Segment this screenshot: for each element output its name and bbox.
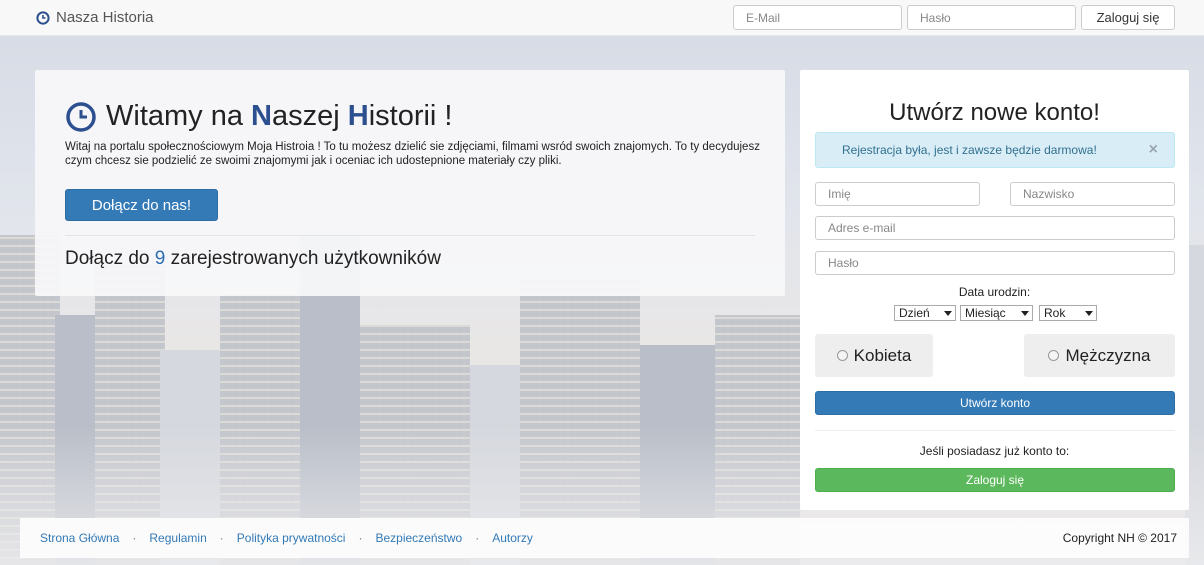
- year-select[interactable]: Rok: [1039, 305, 1097, 321]
- footer-link-privacy[interactable]: Polityka prywatności: [237, 531, 346, 545]
- footer: Strona Główna · Regulamin · Polityka pry…: [20, 518, 1189, 558]
- info-alert: Rejestracja była, jest i zawsze będzie d…: [815, 132, 1175, 168]
- have-account-text: Jeśli posiadasz już konto to:: [919, 444, 1070, 458]
- user-count-value: 9: [154, 248, 166, 269]
- dropdown-arrow-icon: [944, 311, 952, 316]
- join-button[interactable]: Dołącz do nas!: [65, 189, 218, 221]
- month-select[interactable]: Miesiąc: [960, 305, 1033, 321]
- login-button[interactable]: Zaloguj się: [815, 468, 1175, 492]
- footer-link-terms[interactable]: Regulamin: [149, 531, 206, 545]
- clock-icon: [36, 10, 50, 25]
- footer-links: Strona Główna · Regulamin · Polityka pry…: [40, 531, 533, 545]
- dropdown-arrow-icon: [1085, 311, 1093, 316]
- footer-link-security[interactable]: Bezpieczeństwo: [375, 531, 462, 545]
- brand-link[interactable]: Nasza Historia: [36, 9, 154, 26]
- welcome-description: Witaj na portalu społecznościowym Moja H…: [65, 141, 760, 167]
- footer-link-home[interactable]: Strona Główna: [40, 531, 119, 545]
- registered-users-count: Dołącz do 9 zarejestrowanych użytkownikó…: [65, 248, 441, 269]
- footer-link-authors[interactable]: Autorzy: [492, 531, 533, 545]
- divider: [815, 430, 1175, 431]
- email-input[interactable]: [815, 216, 1175, 240]
- first-name-input[interactable]: [815, 182, 980, 206]
- navbar: Nasza Historia Zaloguj się: [0, 0, 1204, 36]
- brand-name: Nasza Historia: [56, 9, 154, 26]
- gender-male-option[interactable]: Mężczyzna: [1024, 334, 1175, 377]
- create-account-button[interactable]: Utwórz konto: [815, 391, 1175, 415]
- divider: [65, 235, 755, 236]
- password-input[interactable]: [815, 251, 1175, 275]
- radio-button[interactable]: [836, 350, 848, 361]
- copyright: Copyright NH © 2017: [1062, 531, 1177, 545]
- register-title: Utwórz nowe konto!: [889, 99, 1100, 126]
- day-select[interactable]: Dzień: [894, 305, 956, 321]
- birthdate-label: Data urodzin:: [958, 285, 1031, 299]
- alert-text: Rejestracja była, jest i zawsze będzie d…: [842, 143, 1097, 157]
- nav-email-input[interactable]: [733, 5, 902, 30]
- welcome-panel: Witamy na Naszej Historii ! Witaj na por…: [35, 70, 785, 296]
- nav-password-input[interactable]: [907, 5, 1076, 30]
- gender-female-option[interactable]: Kobieta: [815, 334, 933, 377]
- dropdown-arrow-icon: [1021, 311, 1029, 316]
- clock-icon: [66, 101, 96, 132]
- welcome-title: Witamy na Naszej Historii !: [65, 100, 453, 133]
- nav-login-button[interactable]: Zaloguj się: [1081, 5, 1175, 30]
- last-name-input[interactable]: [1010, 182, 1175, 206]
- radio-button[interactable]: [1048, 350, 1060, 361]
- close-icon[interactable]: ×: [1149, 133, 1158, 167]
- register-panel: Utwórz nowe konto! Rejestracja była, jes…: [800, 70, 1189, 510]
